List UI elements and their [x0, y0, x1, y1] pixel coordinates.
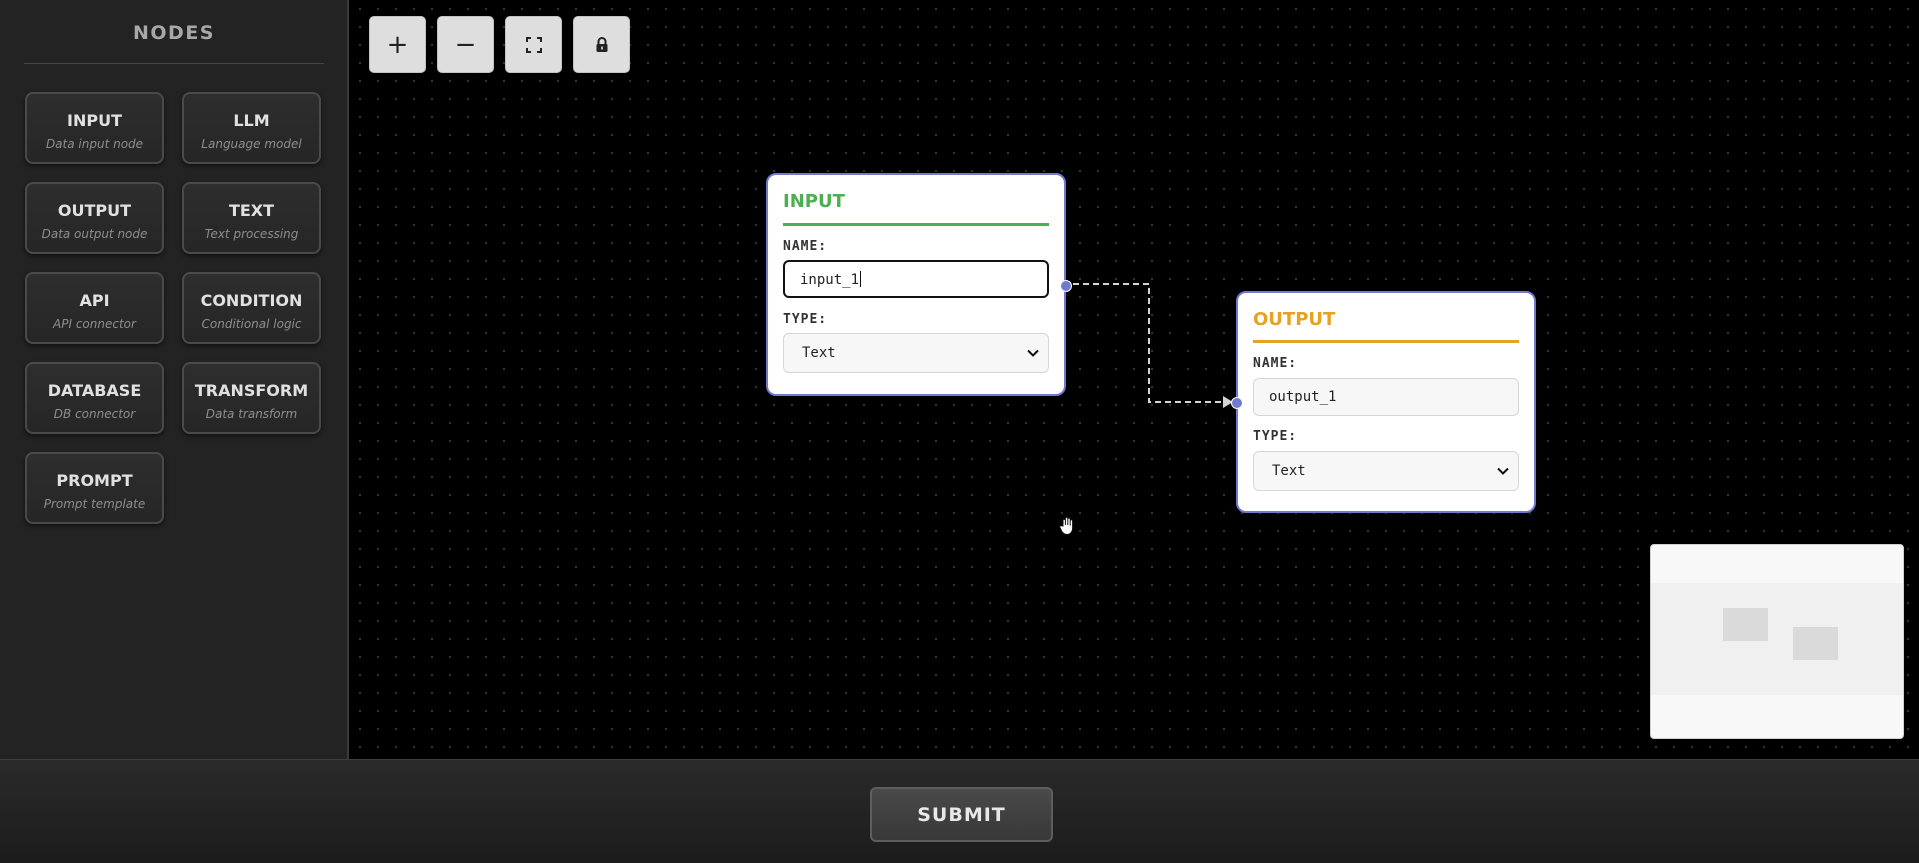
palette-node-description: Language model: [201, 137, 302, 151]
palette-node-label: API: [79, 291, 110, 310]
palette-node-description: Text processing: [204, 227, 299, 241]
name-input[interactable]: output_1: [1253, 378, 1519, 416]
palette-node-label: DATABASE: [47, 381, 142, 400]
palette-node-description: DB connector: [53, 407, 136, 421]
minimap-viewport: [1651, 583, 1903, 695]
chevron-down-icon: [1497, 467, 1509, 475]
palette-node-prompt[interactable]: PROMPT Prompt template: [25, 452, 164, 524]
type-label: TYPE:: [783, 312, 828, 327]
source-handle[interactable]: [1060, 280, 1072, 292]
palette-node-label: TEXT: [228, 201, 275, 220]
palette-node-label: LLM: [233, 111, 270, 130]
palette-node-transform[interactable]: TRANSFORM Data transform: [182, 362, 321, 434]
type-select-value: Text: [802, 345, 836, 361]
palette-node-llm[interactable]: LLM Language model: [182, 92, 321, 164]
name-label: NAME:: [783, 239, 828, 254]
palette-node-condition[interactable]: CONDITION Conditional logic: [182, 272, 321, 344]
node-title: OUTPUT: [1253, 309, 1336, 330]
flow-node-input[interactable]: INPUT NAME: input_1 TYPE: Text: [766, 173, 1072, 396]
type-select-value: Text: [1272, 463, 1306, 479]
grab-cursor-icon: [1059, 516, 1074, 536]
footer-bar: SUBMIT: [0, 759, 1919, 863]
connection-edge[interactable]: [1063, 283, 1223, 403]
node-title-underline: [1253, 340, 1519, 343]
palette-node-description: Prompt template: [43, 497, 146, 511]
chevron-down-icon: [1027, 349, 1039, 357]
palette-node-text[interactable]: TEXT Text processing: [182, 182, 321, 254]
name-input[interactable]: input_1: [783, 260, 1049, 298]
minimap-node: [1723, 608, 1768, 641]
name-input-value: output_1: [1269, 389, 1337, 405]
text-caret: [860, 271, 862, 287]
node-palette-sidebar: NODES INPUT Data input node LLM Language…: [0, 0, 349, 759]
palette-node-label: CONDITION: [200, 291, 303, 310]
minimap-node: [1793, 627, 1838, 660]
palette-node-label: OUTPUT: [57, 201, 132, 220]
name-input-value: input_1: [800, 272, 860, 288]
palette-node-description: Data output node: [41, 227, 148, 241]
minimap[interactable]: [1650, 544, 1904, 739]
type-select[interactable]: Text: [783, 333, 1049, 373]
node-title-underline: [783, 223, 1049, 226]
palette-node-description: Data transform: [205, 407, 298, 421]
palette-node-output[interactable]: OUTPUT Data output node: [25, 182, 164, 254]
name-label: NAME:: [1253, 356, 1298, 371]
palette-node-label: TRANSFORM: [194, 381, 309, 400]
palette-node-input[interactable]: INPUT Data input node: [25, 92, 164, 164]
palette-node-description: Conditional logic: [201, 317, 302, 331]
palette-node-description: API connector: [53, 317, 136, 331]
palette-node-label: PROMPT: [56, 471, 133, 490]
palette-node-database[interactable]: DATABASE DB connector: [25, 362, 164, 434]
submit-button[interactable]: SUBMIT: [870, 787, 1053, 842]
target-handle[interactable]: [1231, 397, 1243, 409]
sidebar-title: NODES: [133, 22, 215, 44]
type-label: TYPE:: [1253, 429, 1298, 444]
node-title: INPUT: [783, 191, 845, 212]
palette-node-description: Data input node: [45, 137, 144, 151]
pipeline-editor: NODES INPUT Data input node LLM Language…: [0, 0, 1919, 863]
palette-node-api[interactable]: API API connector: [25, 272, 164, 344]
type-select[interactable]: Text: [1253, 451, 1519, 491]
sidebar-divider: [24, 63, 324, 64]
flow-node-output[interactable]: OUTPUT NAME: output_1 TYPE: Text: [1231, 291, 1536, 513]
palette-node-label: INPUT: [67, 111, 122, 130]
